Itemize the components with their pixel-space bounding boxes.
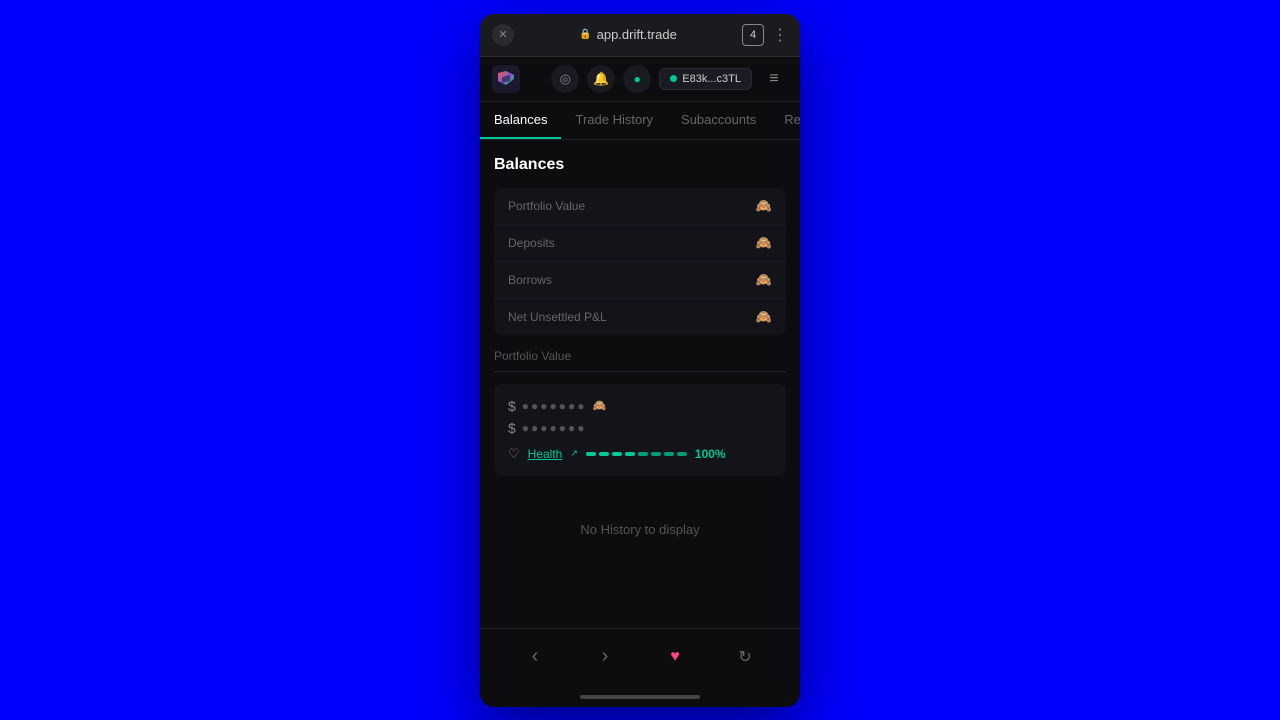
back-icon: ‹ [532, 645, 539, 668]
back-button[interactable]: ‹ [517, 639, 553, 675]
pv-secondary-dollar: $ [508, 420, 516, 436]
pv-primary-dots: ●●●●●●● [522, 399, 587, 413]
browser-bar: ✕ 🔒 app.drift.trade 4 ⋮ [480, 14, 800, 57]
drift-logo[interactable] [492, 65, 520, 93]
borrows-label: Borrows [508, 273, 552, 287]
health-segment-8 [677, 452, 687, 456]
forward-button[interactable]: › [587, 639, 623, 675]
health-segment-1 [586, 452, 596, 456]
portfolio-value-label: Portfolio Value [508, 199, 585, 213]
balances-section-title: Balances [494, 156, 786, 174]
tab-ref[interactable]: Ref [770, 102, 800, 139]
close-icon: ✕ [498, 28, 507, 41]
net-unsettled-row: Net Unsettled P&L 🙈 [494, 299, 786, 335]
pv-secondary-dots: ●●●●●●● [522, 421, 587, 435]
status-icon: ◎ [560, 71, 571, 87]
pv-secondary-row: $ ●●●●●●● [508, 420, 772, 436]
tab-subaccounts[interactable]: Subaccounts [667, 102, 770, 139]
favorite-button[interactable]: ♥ [657, 639, 693, 675]
menu-icon: ≡ [769, 70, 778, 88]
net-unsettled-hide-icon[interactable]: 🙈 [756, 309, 772, 325]
url-text: app.drift.trade [597, 27, 677, 42]
forward-icon: › [602, 645, 609, 668]
net-unsettled-label: Net Unsettled P&L [508, 310, 607, 324]
browser-menu-button[interactable]: ⋮ [772, 25, 788, 45]
wallet-button[interactable]: E83k...c3TL [659, 68, 752, 90]
borrows-row: Borrows 🙈 [494, 262, 786, 299]
main-content: Balances Portfolio Value 🙈 Deposits 🙈 Bo… [480, 140, 800, 628]
health-label[interactable]: Health [528, 447, 563, 461]
health-segment-6 [651, 452, 661, 456]
heart-nav-icon: ♥ [670, 648, 680, 666]
home-bar [580, 695, 700, 699]
external-link-icon: ↗ [570, 448, 578, 459]
tab-count-badge[interactable]: 4 [742, 24, 764, 46]
pv-dollar-sign: $ [508, 398, 516, 414]
user-icon: ● [634, 72, 641, 86]
tab-balances[interactable]: Balances [480, 102, 561, 139]
nav-tabs: Balances Trade History Subaccounts Ref [480, 102, 800, 140]
refresh-button[interactable]: ↻ [727, 639, 763, 675]
health-segment-7 [664, 452, 674, 456]
pv-primary-row: $ ●●●●●●● 🙈 [508, 398, 772, 414]
deposits-label: Deposits [508, 236, 555, 250]
status-button[interactable]: ◎ [551, 65, 579, 93]
deposits-hide-icon[interactable]: 🙈 [756, 235, 772, 251]
health-bar [586, 452, 687, 456]
portfolio-section: Portfolio Value $ ●●●●●●● 🙈 $ ●●●●●●● ♡ … [494, 349, 786, 476]
browser-actions: 4 ⋮ [742, 24, 788, 46]
tab-count: 4 [750, 29, 756, 41]
health-segment-2 [599, 452, 609, 456]
lock-icon: 🔒 [579, 29, 591, 40]
portfolio-value-card: $ ●●●●●●● 🙈 $ ●●●●●●● ♡ Health ↗ [494, 384, 786, 476]
home-indicator [480, 687, 800, 707]
health-segment-3 [612, 452, 622, 456]
borrows-hide-icon[interactable]: 🙈 [756, 272, 772, 288]
deposits-row: Deposits 🙈 [494, 225, 786, 262]
health-percentage: 100% [695, 447, 726, 461]
notification-button[interactable]: 🔔 [587, 65, 615, 93]
bottom-nav: ‹ › ♥ ↻ [480, 628, 800, 687]
bell-icon: 🔔 [593, 71, 609, 87]
browser-close-button[interactable]: ✕ [492, 24, 514, 46]
portfolio-section-title: Portfolio Value [494, 349, 786, 372]
heart-icon: ♡ [508, 446, 520, 462]
no-history-message: No History to display [494, 492, 786, 567]
balances-card: Portfolio Value 🙈 Deposits 🙈 Borrows 🙈 N… [494, 188, 786, 335]
hamburger-menu-button[interactable]: ≡ [760, 65, 788, 93]
phone-container: ✕ 🔒 app.drift.trade 4 ⋮ [480, 14, 800, 707]
tab-trade-history[interactable]: Trade History [561, 102, 667, 139]
url-bar: 🔒 app.drift.trade [514, 27, 742, 42]
portfolio-value-row: Portfolio Value 🙈 [494, 188, 786, 225]
pv-primary-hide-icon[interactable]: 🙈 [593, 399, 607, 412]
refresh-icon: ↻ [738, 647, 751, 667]
portfolio-value-hide-icon[interactable]: 🙈 [756, 198, 772, 214]
header-actions: ◎ 🔔 ● E83k...c3TL ≡ [551, 65, 788, 93]
health-row: ♡ Health ↗ 100% [508, 446, 772, 462]
wallet-status-dot [670, 75, 677, 82]
health-segment-5 [638, 452, 648, 456]
avatar-button[interactable]: ● [623, 65, 651, 93]
health-segment-4 [625, 452, 635, 456]
wallet-address: E83k...c3TL [682, 73, 741, 85]
app-header: ◎ 🔔 ● E83k...c3TL ≡ [480, 57, 800, 102]
